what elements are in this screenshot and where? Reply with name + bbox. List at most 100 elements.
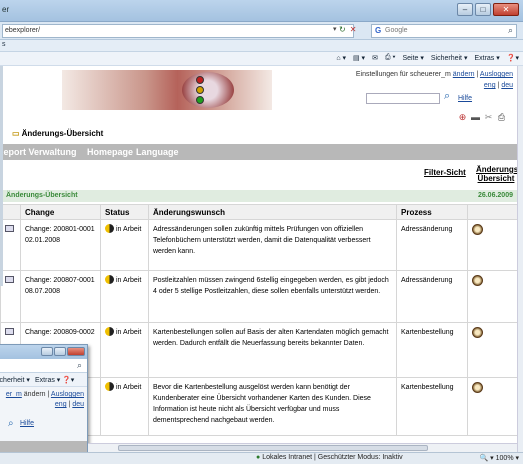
second-command-bar: icherheit ▾ Extras ▾ ❓▾ [0,373,87,387]
col-header-change[interactable]: Change [20,204,101,220]
menu-language[interactable]: Language [136,147,179,157]
cmd-help[interactable]: ❓▾ [507,54,519,62]
address-input[interactable]: ebexplorer/ [2,24,354,38]
second-logout-link[interactable]: Ausloggen [51,391,84,398]
print-icon[interactable]: ⎙ ▾ [385,54,396,62]
address-dropdown-icon[interactable]: ▾ [333,24,337,36]
stop-icon[interactable]: ✕ [350,25,357,34]
scrollbar-thumb[interactable] [118,445,428,451]
section-date: 26.06.2009 [477,192,513,199]
second-help: ⌕ Hilfe [0,418,87,432]
second-cmd-help[interactable]: ❓▾ [62,376,74,384]
logout-link[interactable]: Ausloggen [480,71,513,78]
favorites-label[interactable]: s [2,41,6,48]
settings-change-link[interactable]: ändern [453,71,475,78]
col-header-icon [0,204,21,220]
print-page-icon[interactable]: ⎙ [496,112,507,123]
second-search-input[interactable]: ⌕ [0,359,87,373]
folder-icon: ▭ [12,129,20,138]
second-maximize-button[interactable] [54,347,66,356]
wish-text: Kartenbestellungen sollen auf Basis der … [148,322,397,378]
second-browser-window[interactable]: ⌕ icherheit ▾ Extras ▾ ❓▾ er_m ändern | … [0,344,88,456]
second-cmd-sicherheit[interactable]: icherheit ▾ [0,376,30,384]
tab-aenderungs-uebersicht[interactable]: Änderungs Übersicht [476,165,517,183]
close-button[interactable]: ✕ [493,3,519,16]
window-controls: – □ ✕ [455,3,519,16]
lang-deu-link[interactable]: deu [501,82,513,89]
minimize-button[interactable]: – [457,3,473,16]
cmd-sicherheit[interactable]: Sicherheit ▾ [431,54,468,62]
open-detail-icon[interactable] [472,327,483,338]
open-detail-icon[interactable] [472,224,483,235]
home-icon[interactable]: ⌂ ▾ [336,54,346,62]
wish-text: Postleitzahlen müssen zwingend 6stellig … [148,270,397,323]
cmd-seite[interactable]: Seite ▾ [402,54,423,62]
open-detail-icon[interactable] [472,382,483,393]
search-icon[interactable]: ⌕ [77,360,82,371]
security-zone[interactable]: ● Lokales Intranet | Geschützter Modus: I… [256,454,403,461]
tools-icon[interactable]: ✂ [483,112,494,123]
col-header-status[interactable]: Status [100,204,149,220]
nav-buttons: ↻ ✕ [339,25,360,34]
change-id[interactable]: Change: 200801-0001 [25,224,96,235]
browser-title: er [2,5,10,14]
col-header-wish[interactable]: Änderungswunsch [148,204,397,220]
remove-icon[interactable]: ▬ [470,112,481,123]
help-search-icon[interactable]: ⌕ [8,418,14,429]
process-text: Kartenbestellung [396,322,468,378]
light-yellow-icon [196,86,204,94]
second-settings-user[interactable]: er_m [6,391,22,398]
row-expand-icon[interactable] [5,328,14,335]
header-banner [62,70,272,110]
table-row: Change: 200801-0001 02.01.2008 in Arbeit … [0,219,517,271]
change-id[interactable]: Change: 200809-0002 [25,327,96,338]
second-help-link[interactable]: Hilfe [20,420,34,427]
open-detail-icon[interactable] [472,275,483,286]
table-row: Change: 200807-0001 08.07.2008 in Arbeit … [0,270,517,323]
change-id[interactable]: Change: 200807-0001 [25,275,96,286]
settings-text: Einstellungen für scheuerer_m [355,71,451,78]
help-search-icon[interactable]: ⌕ [444,90,450,103]
page-title-text: Änderungs-Übersicht [21,129,104,138]
wish-text: Bevor die Kartenbestellung ausgelöst wer… [148,377,397,436]
tab-filter-sicht[interactable]: Filter-Sicht [424,168,466,177]
mail-icon[interactable]: ✉ [372,54,378,62]
status-icon [105,327,114,336]
status-bar: ● Lokales Intranet | Geschützter Modus: I… [0,452,523,464]
second-settings-change[interactable]: ändern [24,391,46,398]
refresh-icon[interactable]: ↻ [339,25,346,34]
second-lang-deu[interactable]: deu [72,401,84,408]
view-tabs: Filter-Sicht Änderungs Übersicht [420,165,517,185]
col-header-process[interactable]: Prozess [396,204,468,220]
add-icon[interactable]: ⊕ [457,112,468,123]
page-title: ▭ Änderungs-Übersicht [12,129,103,138]
wish-text: Adressänderungen sollen zukünftig mittel… [148,219,397,271]
feeds-icon[interactable]: ▤ ▾ [353,54,365,62]
second-minimize-button[interactable] [41,347,53,356]
search-icon[interactable]: ⌕ [508,25,513,36]
menu-homepage[interactable]: Homepage [87,147,133,157]
google-icon: G [375,26,382,35]
menu-report-verwaltung[interactable]: Report Verwaltung [0,147,77,157]
vertical-scrollbar[interactable] [517,66,523,452]
traffic-light-logo [182,72,234,108]
lang-eng-link[interactable]: eng [484,82,496,89]
cmd-extras[interactable]: Extras ▾ [474,54,499,62]
section-title: Änderungs-Übersicht [6,192,78,199]
row-expand-icon[interactable] [5,225,14,232]
second-close-button[interactable] [67,347,85,356]
horizontal-scrollbar[interactable] [88,443,517,452]
maximize-button[interactable]: □ [475,3,491,16]
status-icon [105,224,114,233]
status-icon [105,275,114,284]
browser-search-input[interactable]: G Google ⌕ [371,24,517,38]
second-lang-eng[interactable]: eng [55,401,67,408]
help-link[interactable]: Hilfe [458,95,472,102]
favorites-bar: s [0,40,523,52]
zoom-control[interactable]: 🔍 ▾ 100% ▾ [480,454,519,462]
second-window-titlebar[interactable] [0,345,87,359]
row-expand-icon[interactable] [5,276,14,283]
second-cmd-extras[interactable]: Extras ▾ [35,376,60,384]
change-date: 02.01.2008 [25,237,61,244]
help-search-input[interactable] [366,93,440,104]
